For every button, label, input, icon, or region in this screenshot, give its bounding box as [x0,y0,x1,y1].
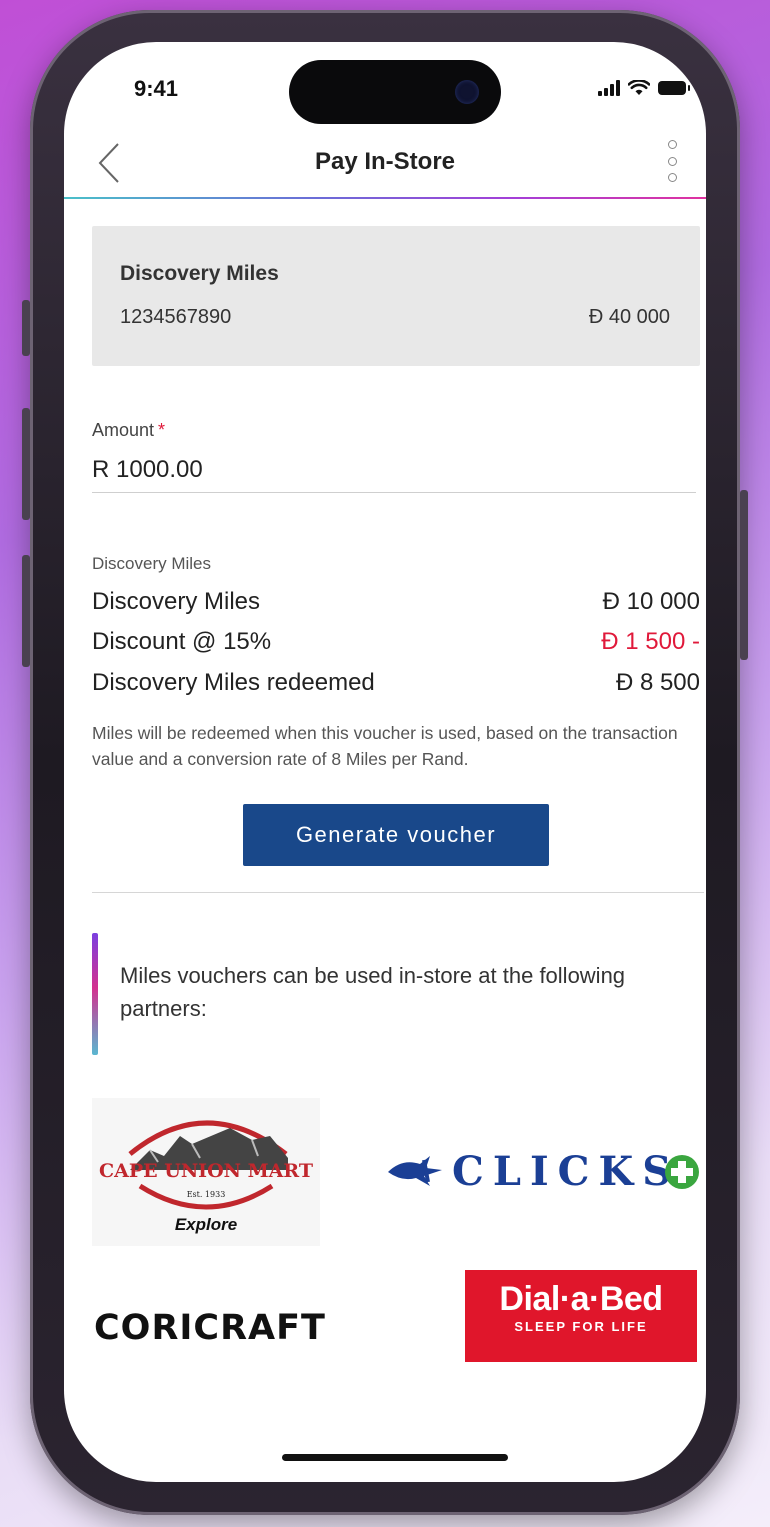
content-divider [92,892,704,893]
summary-label: Discount @ 15% [92,628,272,655]
svg-text:Explore: Explore [175,1215,237,1234]
cape-union-mart-logo-icon: CAPE UNION MART Est. 1933 Explore [99,1120,313,1234]
callout-accent-bar [92,933,98,1055]
summary-row-redeemed: Discovery Miles redeemed Ð 8 500 [92,669,700,705]
clicks-bird-icon [388,1156,442,1186]
clicks-cross-icon [665,1155,699,1189]
signal-icon [598,80,620,96]
status-time: 9:41 [134,76,179,101]
summary-section-label: Discovery Miles [92,554,212,573]
header-gradient-divider [64,197,706,199]
partner-logo-dial-a-bed[interactable]: Dial·a·Bed SLEEP FOR LIFE [465,1270,697,1362]
camera-icon [455,80,479,104]
battery-icon [658,81,690,95]
amount-label: Amount * [92,420,166,440]
amount-input[interactable] [92,448,696,493]
volume-up-button [22,408,30,520]
summary-label: Discovery Miles [92,588,261,615]
dynamic-island [289,60,501,124]
generate-voucher-button[interactable]: Generate voucher [243,804,549,866]
summary-label: Discovery Miles redeemed [92,669,375,696]
phone-screen: 9:41 Pay In-Store Discovery Miles 123456… [64,42,706,1482]
volume-down-button [22,555,30,667]
page-title: Pay In-Store [314,148,456,175]
account-card: Discovery Miles 1234567890 Ð 40 000 [92,226,700,366]
partner-logo-coricraft[interactable]: CORICRAFT [94,1308,394,1358]
account-number: 1234567890 [120,306,232,328]
svg-text:CAPE UNION MART: CAPE UNION MART [99,1160,313,1182]
account-name: Discovery Miles [120,262,279,285]
partners-callout: Miles vouchers can be used in-store at t… [92,933,692,1055]
status-bar: 9:41 [64,42,706,132]
clicks-wordmark: CLICKS [452,1148,681,1195]
wifi-icon [628,80,650,95]
partners-intro: Miles vouchers can be used in-store at t… [120,963,626,1021]
partner-logo-clicks[interactable]: CLICKS [384,1142,700,1202]
more-vertical-icon[interactable] [666,140,678,182]
summary-row-miles: Discovery Miles Ð 10 000 [92,588,700,624]
dialabed-wordmark: Dial·a·Bed [499,1280,663,1318]
summary-value: Ð 8 500 [615,669,700,696]
nav-header: Pay In-Store [64,132,706,198]
summary-value-negative: Ð 1 500 - [601,628,700,655]
dialabed-tagline: SLEEP FOR LIFE [514,1319,648,1334]
summary-note: Miles will be redeemed when this voucher… [92,723,678,769]
required-marker: * [158,420,166,440]
silent-switch [22,300,30,356]
summary-row-discount: Discount @ 15% Ð 1 500 - [92,628,700,664]
summary-value: Ð 10 000 [602,588,700,615]
home-indicator[interactable] [282,1454,508,1461]
status-icons [598,80,690,96]
partner-logo-cape-union-mart[interactable]: CAPE UNION MART Est. 1933 Explore [92,1098,320,1246]
account-balance: Ð 40 000 [588,306,670,328]
power-button [740,490,748,660]
svg-text:Est. 1933: Est. 1933 [187,1190,226,1199]
